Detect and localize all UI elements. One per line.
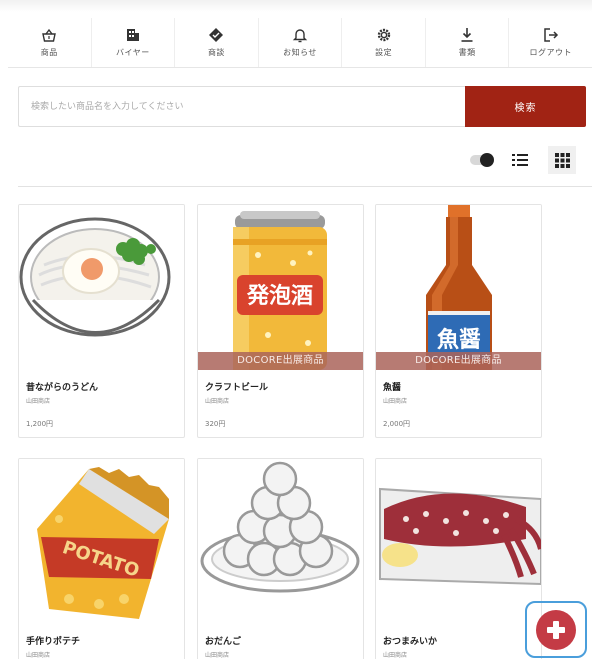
add-product-circle — [536, 609, 576, 650]
list-icon — [512, 154, 528, 166]
nav-label-documents: 書類 — [458, 48, 476, 57]
sauce-bottle-label: 魚醤 — [437, 327, 481, 353]
product-name: 魚醤 — [383, 383, 402, 393]
toggle-knob — [480, 153, 494, 167]
grid-icon — [554, 152, 570, 168]
product-card[interactable]: 昔ながらのうどん 山田商店 1,200円 — [18, 204, 185, 438]
view-controls — [470, 146, 576, 174]
product-shop: 山田商店 — [205, 398, 230, 405]
nav-label-notifications: お知らせ — [283, 48, 317, 57]
nav-item-logout[interactable]: ログアウト — [508, 18, 592, 67]
building-icon — [125, 27, 141, 43]
nav-label-buyers: バイヤー — [115, 48, 150, 57]
product-image-squid — [376, 459, 541, 624]
product-card[interactable]: おつまみいか 山田商店 — [375, 458, 542, 659]
product-shop: 山田商店 — [26, 398, 51, 405]
product-name: おつまみいか — [383, 637, 438, 647]
plus-icon — [547, 620, 565, 639]
product-shop: 山田商店 — [205, 652, 230, 659]
exhibit-ribbon: DOCORE出展商品 — [376, 352, 541, 370]
product-name: おだんご — [205, 637, 242, 647]
product-image-udon — [19, 205, 184, 370]
product-name: 昔ながらのうどん — [26, 383, 99, 393]
nav-label-logout: ログアウト — [529, 48, 572, 57]
search-input[interactable] — [18, 86, 465, 127]
nav-label-negotiations: 商談 — [207, 48, 225, 57]
divider — [18, 186, 592, 187]
download-icon — [459, 27, 475, 43]
nav-item-buyers[interactable]: バイヤー — [90, 18, 175, 67]
nav-item-settings[interactable]: 設定 — [341, 18, 425, 67]
product-shop: 山田商店 — [383, 652, 408, 659]
nav-item-notifications[interactable]: お知らせ — [257, 18, 342, 67]
product-card[interactable]: 発泡酒 DOCORE出展商品 クラフトビール 山田商店 320円 — [197, 204, 364, 438]
grid-view-button[interactable] — [548, 146, 576, 174]
product-image-potato-chips: POTATO — [19, 459, 184, 624]
list-view-button[interactable] — [506, 146, 534, 174]
nav-label-settings: 設定 — [375, 48, 393, 57]
logout-icon — [543, 27, 559, 43]
nav-item-products[interactable]: 商品 — [8, 18, 91, 67]
handshake-icon — [208, 27, 224, 43]
product-price: 2,000円 — [383, 420, 411, 428]
product-name: クラフトビール — [205, 383, 269, 393]
product-shop: 山田商店 — [383, 398, 408, 405]
product-image-beer-can: 発泡酒 DOCORE出展商品 — [198, 205, 363, 370]
bell-icon — [292, 27, 308, 43]
nav-item-documents[interactable]: 書類 — [424, 18, 509, 67]
search-button[interactable]: 検索 — [465, 86, 586, 127]
add-product-button[interactable] — [525, 601, 587, 658]
product-card[interactable]: おだんご 山田商店 — [197, 458, 364, 659]
exhibit-ribbon: DOCORE出展商品 — [198, 352, 363, 370]
product-shop: 山田商店 — [26, 652, 51, 659]
product-price: 1,200円 — [26, 420, 54, 428]
basket-icon — [41, 27, 57, 43]
product-image-dango — [198, 459, 363, 624]
search-bar: 検索 — [18, 86, 586, 127]
beer-can-label: 発泡酒 — [246, 283, 313, 309]
product-card[interactable]: POTATO 手作りポテチ 山田商店 — [18, 458, 185, 659]
display-toggle[interactable] — [470, 153, 494, 167]
product-name: 手作りポテチ — [26, 637, 81, 647]
product-card[interactable]: 魚醤 DOCORE出展商品 魚醤 山田商店 2,000円 — [375, 204, 542, 438]
top-nav: 商品 バイヤー 商談 お知らせ 設定 書類 ログアウト — [8, 18, 592, 68]
nav-label-products: 商品 — [40, 48, 58, 57]
product-price: 320円 — [205, 420, 226, 428]
product-image-sauce-bottle: 魚醤 DOCORE出展商品 — [376, 205, 541, 370]
gear-icon — [376, 27, 392, 43]
nav-item-negotiations[interactable]: 商談 — [174, 18, 258, 67]
top-edge — [0, 0, 592, 12]
